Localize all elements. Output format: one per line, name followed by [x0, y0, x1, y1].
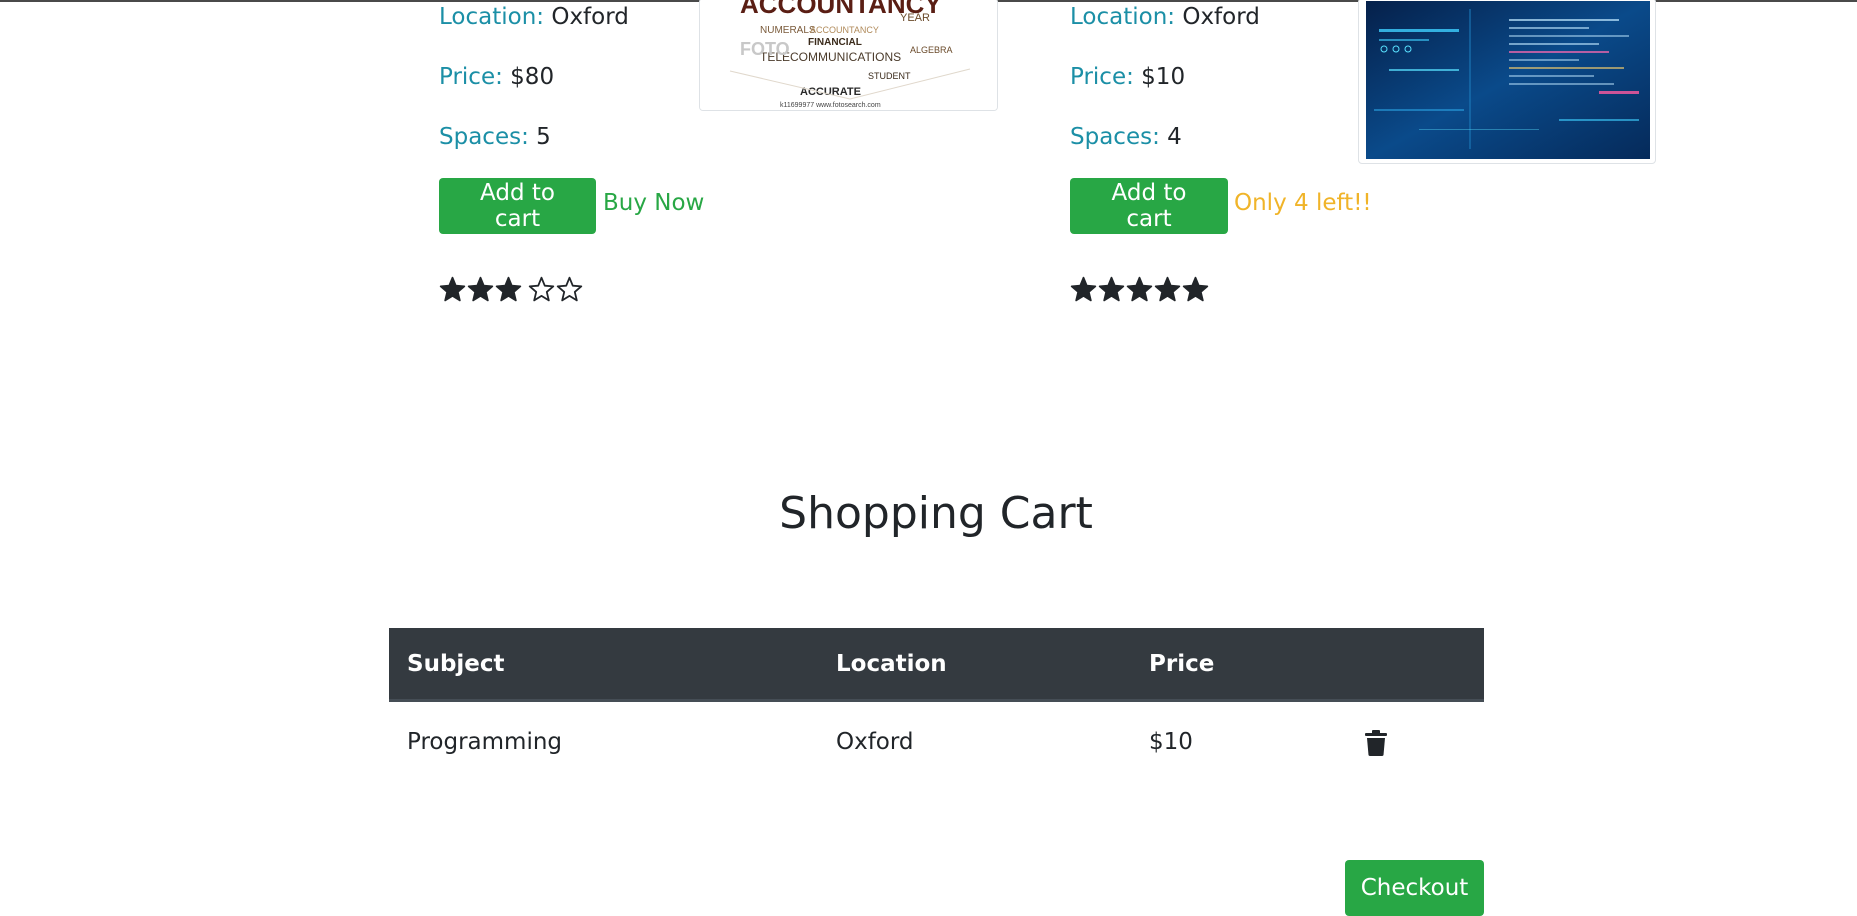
spaces-label: Spaces:	[1070, 124, 1160, 150]
wordcloud-word: FINANCIAL	[808, 37, 862, 48]
programming-code-art	[1366, 1, 1650, 159]
cart-item-subject: Programming	[407, 729, 563, 755]
star-filled-icon	[467, 276, 494, 302]
lesson-price: Price: $80	[439, 64, 554, 90]
location-label: Location:	[1070, 4, 1176, 30]
star-filled-icon	[1070, 276, 1097, 302]
programming-image	[1358, 0, 1656, 164]
star-empty-icon	[528, 276, 555, 302]
star-rating	[1070, 276, 1209, 303]
spaces-label: Spaces:	[439, 124, 529, 150]
star-empty-icon	[556, 276, 583, 302]
wordcloud-word: FOTO	[740, 39, 790, 59]
star-filled-icon	[1126, 276, 1153, 302]
checkout-button[interactable]: Checkout	[1345, 860, 1484, 916]
shopping-cart-title: Shopping Cart	[779, 488, 1093, 539]
lesson-location: Location: Oxford	[1070, 4, 1260, 30]
cart-item-location: Oxford	[836, 729, 914, 755]
accountancy-wordcloud: ACCOUNTANCY NUMERALS ACCOUNTANCY FINANCI…	[700, 0, 997, 110]
accountancy-image: ACCOUNTANCY NUMERALS ACCOUNTANCY FINANCI…	[699, 0, 998, 111]
star-filled-icon	[1154, 276, 1181, 302]
location-value: Oxford	[1182, 4, 1260, 30]
wordcloud-caption: k11699977 www.fotosearch.com	[780, 102, 881, 109]
wordcloud-word: STUDENT	[868, 71, 911, 81]
cart-table: Subject Location Price Programming Oxfor…	[389, 628, 1484, 782]
wordcloud-word: ACCOUNTANCY	[810, 25, 879, 35]
buy-now-label: Buy Now	[603, 190, 705, 216]
column-header-location: Location	[836, 650, 947, 677]
low-stock-label: Only 4 left!!	[1234, 190, 1372, 216]
cart-table-header: Subject Location Price	[389, 628, 1484, 702]
lesson-location: Location: Oxford	[439, 4, 629, 30]
lesson-spaces: Spaces: 5	[439, 124, 551, 150]
price-value: $10	[1141, 64, 1186, 90]
location-value: Oxford	[551, 4, 629, 30]
wordcloud-word: YEAR	[900, 12, 930, 24]
star-filled-icon	[439, 276, 466, 302]
price-value: $80	[510, 64, 555, 90]
price-label: Price:	[439, 64, 503, 90]
wordcloud-word: ALGEBRA	[910, 45, 953, 55]
star-filled-icon	[1098, 276, 1125, 302]
star-rating	[439, 276, 583, 303]
price-label: Price:	[1070, 64, 1134, 90]
star-filled-icon	[1182, 276, 1209, 302]
column-header-price: Price	[1149, 650, 1215, 677]
table-row: Programming Oxford $10	[389, 702, 1484, 782]
star-filled-icon	[495, 276, 522, 302]
lesson-spaces: Spaces: 4	[1070, 124, 1182, 150]
trash-icon[interactable]	[1365, 730, 1387, 756]
add-to-cart-button[interactable]: Add to cart	[1070, 178, 1228, 234]
add-to-cart-button[interactable]: Add to cart	[439, 178, 596, 234]
wordcloud-word: NUMERALS	[760, 25, 816, 36]
spaces-value: 4	[1167, 124, 1182, 150]
wordcloud-word: ACCURATE	[800, 86, 861, 98]
spaces-value: 5	[536, 124, 551, 150]
column-header-subject: Subject	[407, 650, 505, 677]
lesson-price: Price: $10	[1070, 64, 1185, 90]
cart-item-price: $10	[1149, 729, 1193, 755]
location-label: Location:	[439, 4, 545, 30]
